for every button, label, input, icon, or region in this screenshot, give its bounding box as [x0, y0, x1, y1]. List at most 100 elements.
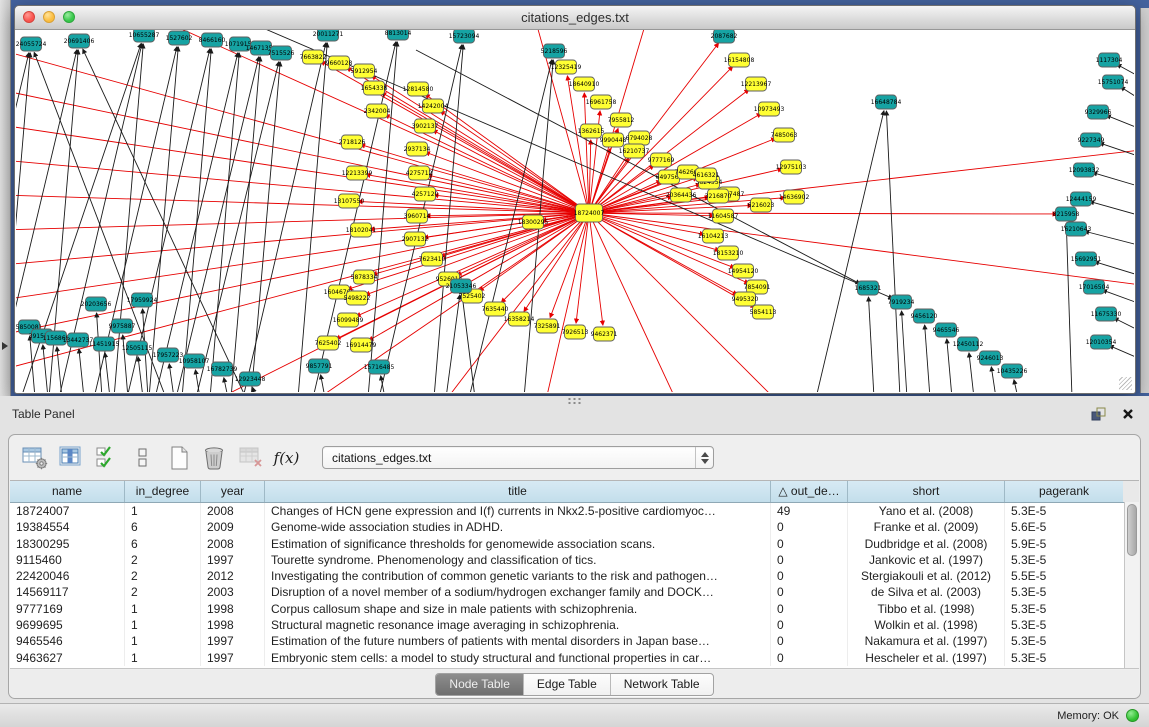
table-cell[interactable]: 1997: [201, 633, 265, 649]
column-header-year[interactable]: year: [201, 481, 265, 502]
network-node[interactable]: 4616321: [693, 168, 720, 182]
table-cell[interactable]: 5.3E-5: [1005, 503, 1123, 519]
table-cell[interactable]: 0: [771, 568, 848, 584]
table-cell[interactable]: 1: [125, 650, 201, 666]
table-cell[interactable]: 2: [125, 552, 201, 568]
table-cell[interactable]: Investigating the contribution of common…: [265, 568, 771, 584]
table-row[interactable]: 969969511998Structural magnetic resonanc…: [10, 617, 1139, 633]
table-cell[interactable]: Disruption of a novel member of a sodium…: [265, 584, 771, 600]
table-cell[interactable]: Jankovic et al. (1997): [848, 552, 1005, 568]
network-node[interactable]: 20011271: [313, 30, 344, 41]
column-header-out_de[interactable]: △ out_de…: [771, 481, 848, 502]
network-node[interactable]: 16648784: [871, 95, 902, 109]
table-cell[interactable]: Structural magnetic resonance image aver…: [265, 617, 771, 633]
table-cell[interactable]: 1998: [201, 601, 265, 617]
table-cell[interactable]: 5.9E-5: [1005, 536, 1123, 552]
network-node[interactable]: 9227349: [1078, 133, 1105, 147]
network-node[interactable]: 9990448: [600, 133, 627, 147]
scrollbar-thumb[interactable]: [1127, 504, 1137, 556]
table-cell[interactable]: 0: [771, 536, 848, 552]
table-cell[interactable]: Nakamura et al. (1997): [848, 633, 1005, 649]
table-cell[interactable]: 0: [771, 519, 848, 535]
table-cell[interactable]: 2012: [201, 568, 265, 584]
network-node[interactable]: 11451915: [89, 337, 120, 351]
network-node[interactable]: 14636902: [779, 190, 810, 204]
network-node[interactable]: 9495320: [732, 292, 759, 306]
network-node[interactable]: 12325419: [551, 60, 582, 74]
network-node[interactable]: 8215958: [1053, 207, 1080, 221]
table-scrollbar[interactable]: [1124, 502, 1139, 668]
table-cell[interactable]: Embryonic stem cells: a model to study s…: [265, 650, 771, 666]
network-node[interactable]: 10655287: [129, 30, 160, 42]
network-node[interactable]: 15751074: [1098, 75, 1129, 89]
table-cell[interactable]: 2: [125, 584, 201, 600]
table-cell[interactable]: Stergiakouli et al. (2012): [848, 568, 1005, 584]
network-node[interactable]: 11604587: [708, 209, 739, 223]
window-resize-grip[interactable]: [1119, 377, 1132, 390]
minimize-window-icon[interactable]: [43, 11, 55, 23]
network-node[interactable]: 5854113: [750, 305, 777, 319]
table-cell[interactable]: 0: [771, 633, 848, 649]
network-node[interactable]: 10973493: [754, 102, 785, 116]
table-cell[interactable]: Dudbridge et al. (2008): [848, 536, 1005, 552]
table-cell[interactable]: Estimation of significance thresholds fo…: [265, 536, 771, 552]
network-node[interactable]: 3960714: [404, 209, 431, 223]
table-cell[interactable]: 18300295: [10, 536, 125, 552]
table-cell[interactable]: 9463627: [10, 650, 125, 666]
table-cell[interactable]: 5.5E-5: [1005, 568, 1123, 584]
table-row[interactable]: 1938455462009Genome-wide association stu…: [10, 519, 1139, 535]
network-node[interactable]: 12923448: [235, 372, 266, 386]
column-header-title[interactable]: title: [265, 481, 771, 502]
table-cell[interactable]: 0: [771, 584, 848, 600]
table-cell[interactable]: 9465546: [10, 633, 125, 649]
network-node[interactable]: 18153210: [713, 246, 744, 260]
table-cell[interactable]: Wolkin et al. (1998): [848, 617, 1005, 633]
table-cell[interactable]: 9115460: [10, 552, 125, 568]
table-cell[interactable]: Franke et al. (2009): [848, 519, 1005, 535]
table-cell[interactable]: 5.3E-5: [1005, 617, 1123, 633]
table-settings-icon[interactable]: [21, 444, 48, 471]
network-node[interactable]: 7919234: [888, 295, 915, 309]
window-titlebar[interactable]: citations_edges.txt: [15, 6, 1135, 30]
table-cell[interactable]: 49: [771, 503, 848, 519]
table-cell[interactable]: 2009: [201, 519, 265, 535]
table-cell[interactable]: 5.3E-5: [1005, 601, 1123, 617]
table-row[interactable]: 1830029562008Estimation of significance …: [10, 536, 1139, 552]
column-header-name[interactable]: name: [10, 481, 125, 502]
table-cell[interactable]: 1: [125, 601, 201, 617]
network-node[interactable]: 16104213: [698, 229, 729, 243]
function-builder-icon[interactable]: f(x): [273, 444, 300, 471]
table-cell[interactable]: 0: [771, 650, 848, 666]
table-cell[interactable]: Hescheler et al. (1997): [848, 650, 1005, 666]
network-node[interactable]: 20691406: [64, 34, 95, 48]
table-cell[interactable]: 2008: [201, 503, 265, 519]
network-node[interactable]: 4275712: [406, 166, 433, 180]
table-cell[interactable]: Yano et al. (2008): [848, 503, 1005, 519]
table-cell[interactable]: 2003: [201, 584, 265, 600]
table-cell[interactable]: 5.3E-5: [1005, 584, 1123, 600]
network-node[interactable]: 2087682: [711, 30, 738, 43]
table-cell[interactable]: 1: [125, 503, 201, 519]
network-node[interactable]: 12444159: [1066, 192, 1097, 206]
network-node[interactable]: 5498222: [344, 291, 371, 305]
network-node[interactable]: 9465546: [933, 323, 960, 337]
table-cell[interactable]: de Silva et al. (2003): [848, 584, 1005, 600]
network-node[interactable]: 9456120: [911, 309, 938, 323]
float-window-icon[interactable]: [1089, 406, 1107, 422]
network-node[interactable]: 2937134: [404, 142, 431, 156]
tab-edge-table[interactable]: Edge Table: [523, 674, 610, 695]
tab-network-table[interactable]: Network Table: [610, 674, 713, 695]
network-node[interactable]: 2907132: [402, 232, 429, 246]
panel-collapse-arrow-icon[interactable]: [2, 342, 8, 350]
network-node[interactable]: 14242004: [418, 99, 449, 113]
left-panel-edge[interactable]: [0, 0, 11, 396]
network-node[interactable]: 1685321: [855, 281, 882, 295]
network-node[interactable]: 3902137: [412, 119, 439, 133]
table-cell[interactable]: 0: [771, 552, 848, 568]
table-cell[interactable]: Corpus callosum shape and size in male p…: [265, 601, 771, 617]
table-cell[interactable]: Tibbo et al. (1998): [848, 601, 1005, 617]
new-column-icon[interactable]: [165, 444, 192, 471]
table-row[interactable]: 911546021997Tourette syndrome. Phenomeno…: [10, 552, 1139, 568]
column-header-short[interactable]: short: [848, 481, 1005, 502]
network-node[interactable]: 16154808: [724, 53, 755, 67]
